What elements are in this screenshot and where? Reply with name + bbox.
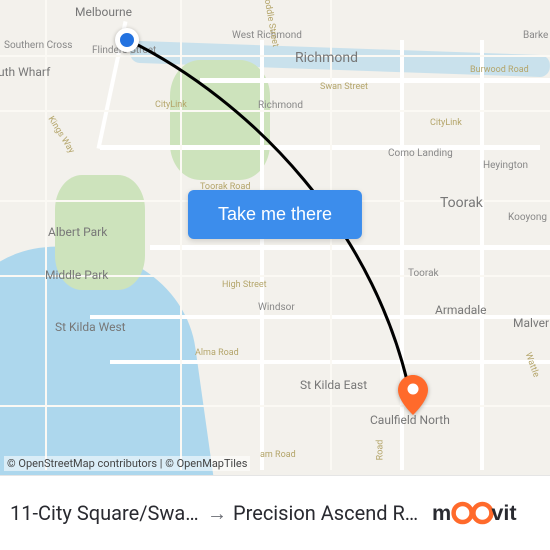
label-richmond-stn: Richmond bbox=[258, 100, 303, 111]
label-heyington: Heyington bbox=[483, 160, 528, 171]
road bbox=[0, 405, 550, 407]
label-armadale: Armadale bbox=[435, 303, 487, 317]
footer-to: Precision Ascend Reh… bbox=[233, 501, 424, 525]
label-barke: Barke bbox=[523, 30, 548, 41]
road bbox=[150, 245, 550, 250]
label-south-wharf: uth Wharf bbox=[0, 65, 50, 79]
label-southern-cross: Southern Cross bbox=[4, 40, 72, 51]
label-richmond: Richmond bbox=[295, 50, 358, 66]
label-road: Road bbox=[375, 440, 385, 461]
label-toorak-stn: Toorak bbox=[408, 268, 439, 279]
label-windsor: Windsor bbox=[258, 302, 295, 313]
footer-from: 11-City Square/Swanston … bbox=[10, 501, 201, 525]
label-como-landing: Como Landing bbox=[388, 148, 453, 159]
label-alma-road: Alma Road bbox=[195, 348, 239, 358]
label-caulfield-north: Caulfield North bbox=[370, 413, 450, 427]
label-st-kilda-west: St Kilda West bbox=[55, 320, 126, 334]
label-kings-way: Kings Way bbox=[46, 115, 77, 156]
label-wattle: Wattle bbox=[523, 351, 541, 378]
svg-text:vit: vit bbox=[491, 500, 516, 525]
moovit-logo[interactable]: m vit bbox=[432, 495, 540, 531]
label-citylink1: CityLink bbox=[155, 100, 187, 110]
map[interactable]: Melbourne Richmond Toorak Albert Park Mi… bbox=[0, 0, 550, 475]
road bbox=[180, 0, 182, 470]
destination-marker[interactable] bbox=[398, 375, 428, 415]
label-st-kilda-east: St Kilda East bbox=[300, 378, 367, 392]
svg-text:m: m bbox=[432, 500, 451, 525]
label-burwood-road: Burwood Road bbox=[470, 65, 529, 75]
take-me-there-button[interactable]: Take me there bbox=[188, 190, 362, 239]
label-albert-park: Albert Park bbox=[48, 225, 107, 239]
label-swan-street: Swan Street bbox=[320, 82, 368, 92]
road bbox=[0, 55, 550, 57]
label-kooyong: Kooyong bbox=[508, 212, 547, 223]
label-middle-park: Middle Park bbox=[45, 268, 108, 282]
origin-marker[interactable] bbox=[115, 28, 139, 52]
map-attribution: © OpenStreetMap contributors | © OpenMap… bbox=[4, 456, 250, 471]
label-citylink2: CityLink bbox=[430, 118, 462, 128]
label-toorak: Toorak bbox=[440, 195, 483, 211]
label-malvern: Malver bbox=[513, 316, 549, 330]
road bbox=[100, 145, 540, 150]
arrow-right-icon: → bbox=[201, 501, 233, 526]
road bbox=[200, 78, 550, 83]
label-am-road: am Road bbox=[260, 450, 296, 460]
footer: 11-City Square/Swanston … → Precision As… bbox=[0, 475, 550, 550]
label-high-street: High Street bbox=[222, 280, 267, 290]
label-melbourne: Melbourne bbox=[75, 5, 132, 19]
